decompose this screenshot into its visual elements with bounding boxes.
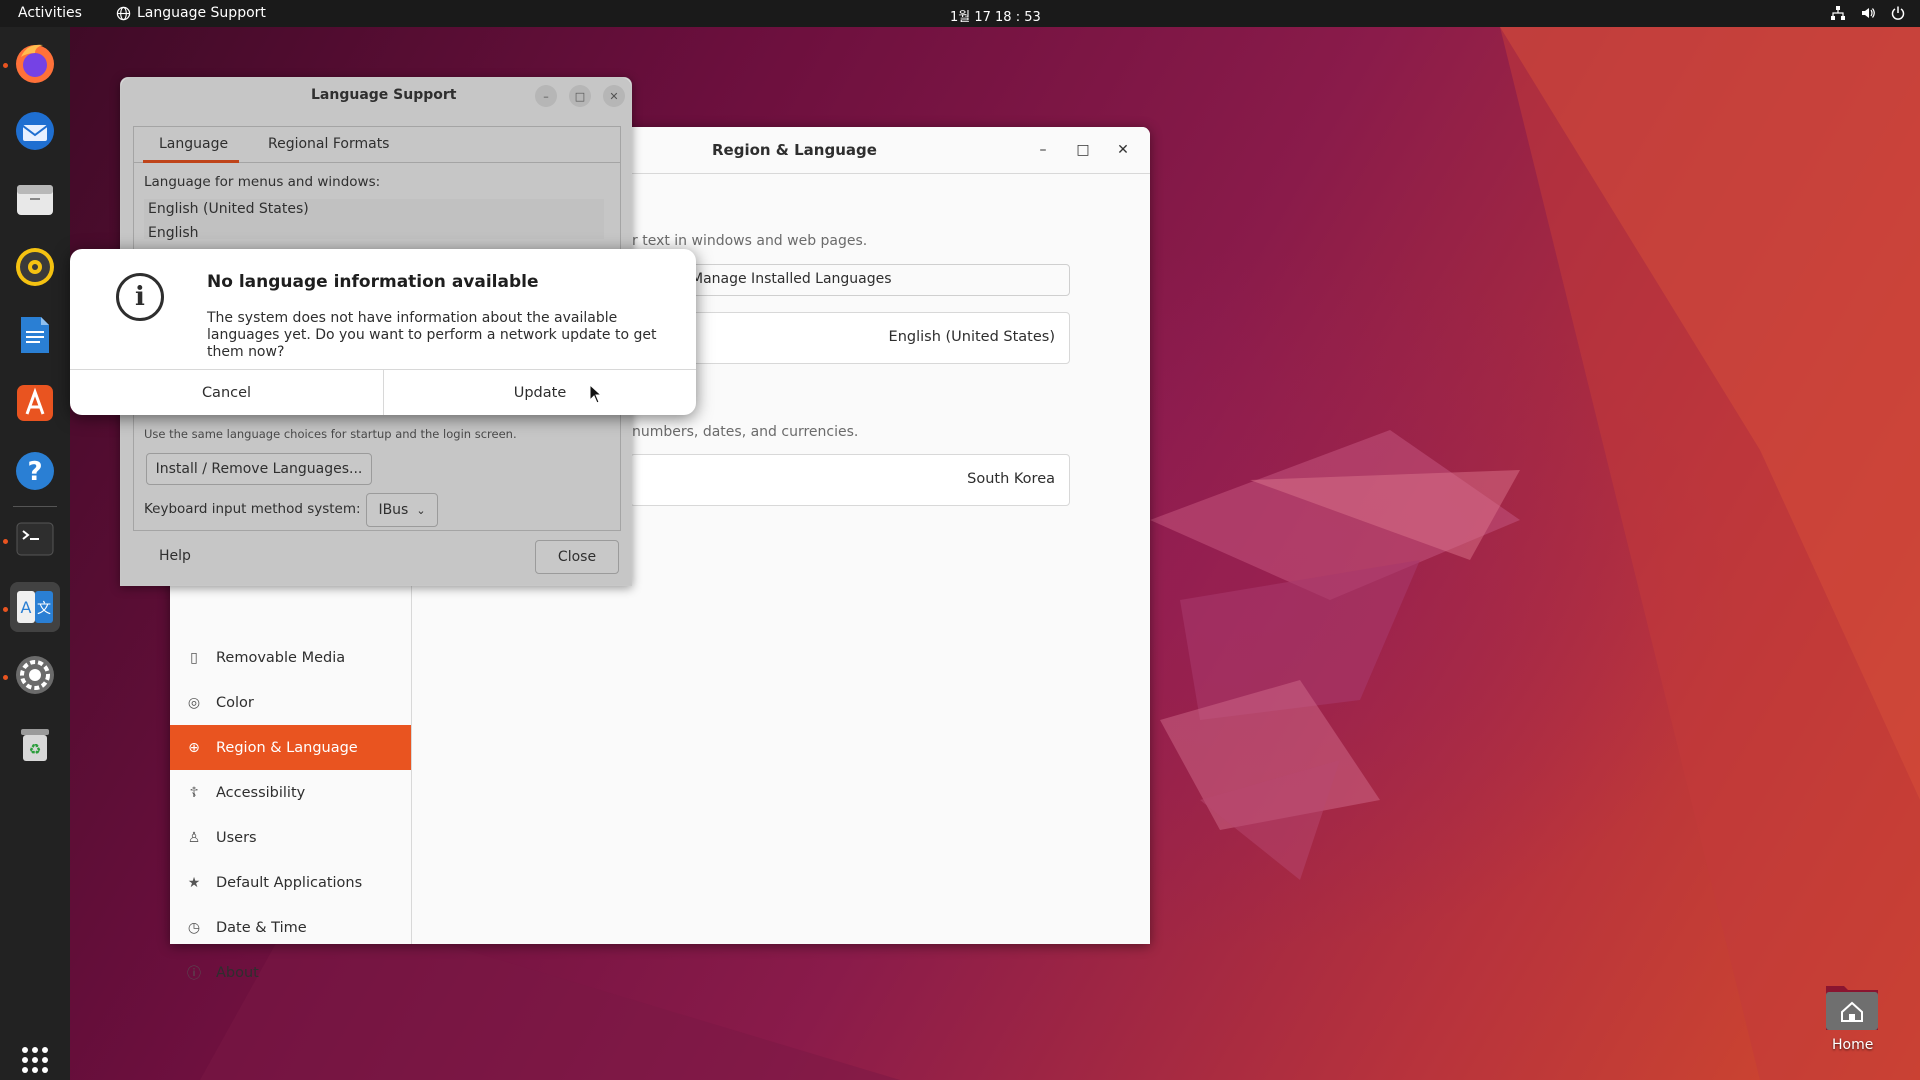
app-center-icon [17,385,53,421]
dock-separator [13,506,57,507]
sidebar-item-region-language[interactable]: ⊕ Region & Language [170,725,411,770]
sidebar-item-label: Users [216,829,257,846]
minimize-icon[interactable]: – [1030,137,1056,163]
accessibility-icon: ☦ [189,784,199,801]
app-menu[interactable]: Language Support [116,5,266,21]
svg-text:?: ? [27,457,42,487]
dialog-title: No language information available [207,272,539,292]
firefox-icon [16,44,54,83]
clock[interactable]: 1월 17 18 : 53 [950,6,1041,25]
clock-icon: ◷ [187,919,201,936]
firefox-launcher[interactable] [10,38,60,88]
cancel-button-label: Cancel [201,385,252,401]
update-button-label: Update [513,385,567,401]
svg-text:文: 文 [37,601,51,617]
thunderbird-launcher[interactable] [10,106,60,156]
trash-icon: ♻ [21,729,49,761]
globe-icon [116,6,131,20]
formats-row[interactable]: South Korea [630,454,1070,506]
globe-icon: ⊕ [188,739,200,756]
language-support-launcher[interactable]: A 文 [10,582,60,632]
usb-icon: ▯ [190,649,198,666]
language-row[interactable]: English (United States) [630,312,1070,364]
sidebar-item-removable-media[interactable]: ▯ Removable Media [170,635,411,680]
update-button[interactable]: Update [384,370,696,415]
language-section-description: r text in windows and web pages. [632,233,868,249]
sidebar-item-accessibility[interactable]: ☦ Accessibility [170,770,411,815]
info-icon: i [116,273,164,321]
rhythmbox-launcher[interactable] [10,242,60,292]
dock: ? A 文 ♻ [0,27,70,1080]
writer-launcher[interactable] [10,310,60,360]
sidebar-item-default-applications[interactable]: ★ Default Applications [170,860,411,905]
terminal-launcher[interactable] [10,514,60,564]
sidebar-item-label: Removable Media [216,649,346,666]
svg-text:A: A [21,598,32,617]
sidebar-item-users[interactable]: ♙ Users [170,815,411,860]
color-icon: ◎ [187,694,201,711]
close-icon[interactable]: ✕ [1110,137,1136,163]
home-folder-desktop-icon[interactable] [1824,978,1880,1034]
show-apps-button[interactable] [10,1035,60,1080]
language-value: English (United States) [888,329,1055,345]
star-icon: ★ [187,874,201,891]
sidebar-item-label: Accessibility [216,784,306,801]
terminal-icon [16,522,54,556]
files-launcher[interactable] [10,174,60,224]
sidebar-item-label: Date & Time [216,919,307,936]
mouse-cursor-icon [589,384,603,404]
app-menu-label: Language Support [137,5,266,21]
cancel-button[interactable]: Cancel [70,370,383,415]
top-bar: Activities Language Support 1월 17 18 : 5… [0,0,1920,27]
help-icon: ? [16,452,54,490]
trash-launcher[interactable]: ♻ [10,718,60,768]
power-icon [1891,6,1905,20]
running-indicator [3,539,8,544]
formats-value: South Korea [967,471,1055,487]
writer-icon [21,317,49,353]
sidebar-item-label: Default Applications [216,874,363,891]
home-folder-icon [1826,986,1878,1030]
running-indicator [3,675,8,680]
sidebar-item-color[interactable]: ◎ Color [170,680,411,725]
activities-button[interactable]: Activities [18,5,82,21]
sidebar-item-date-time[interactable]: ◷ Date & Time [170,905,411,950]
settings-title: Region & Language [712,141,877,159]
settings-gear-icon [16,656,54,694]
manage-installed-languages-button[interactable]: Manage Installed Languages [630,264,1070,296]
thunderbird-icon [16,112,54,150]
sidebar-item-about[interactable]: ⓘ About [170,950,411,995]
settings-launcher[interactable] [10,650,60,700]
network-icon [1831,6,1845,20]
app-center-launcher[interactable] [10,378,60,428]
running-indicator [3,607,8,612]
svg-text:♻: ♻ [29,742,42,758]
running-indicator [3,63,8,68]
maximize-icon[interactable]: □ [1070,137,1096,163]
help-launcher[interactable]: ? [10,446,60,496]
home-label: Home [1832,1037,1874,1053]
volume-icon [1862,8,1875,18]
language-icon: A 文 [17,591,53,623]
window-controls: – □ ✕ [1030,137,1136,163]
system-tray[interactable] [1830,5,1906,21]
app-grid-icon [22,1047,48,1073]
user-icon: ♙ [187,829,201,846]
manage-installed-languages-label: Manage Installed Languages [691,271,892,287]
files-icon [17,185,53,215]
formats-section-description: numbers, dates, and currencies. [632,424,859,440]
dialog-message: The system does not have information abo… [207,310,657,360]
sidebar-item-label: Color [216,694,254,711]
rhythmbox-icon [16,248,54,286]
sidebar-item-label: Region & Language [216,739,358,756]
info-icon: ⓘ [187,965,201,982]
sidebar-item-label: About [216,964,259,981]
